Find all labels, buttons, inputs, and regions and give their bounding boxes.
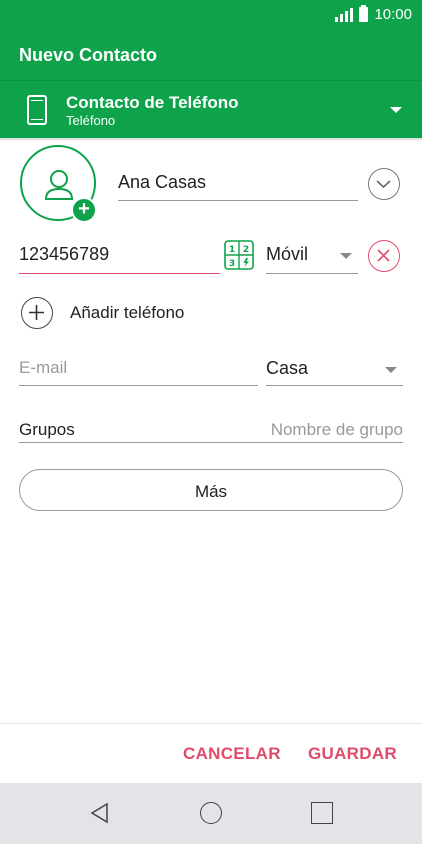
status-time: 10:00	[374, 6, 412, 23]
signal-icon	[335, 7, 354, 22]
svg-text:1: 1	[229, 245, 235, 255]
dialpad-button[interactable]: 1 2 3	[224, 240, 254, 270]
chevron-down-icon[interactable]	[390, 107, 402, 113]
phone-type-select[interactable]: Móvil	[266, 238, 358, 274]
phone-icon	[27, 95, 47, 125]
close-icon	[377, 249, 390, 262]
cancel-button[interactable]: CANCELAR	[183, 744, 281, 764]
email-type-select[interactable]: Casa	[266, 352, 403, 386]
add-phone-label[interactable]: Añadir teléfono	[70, 303, 184, 323]
account-subtitle: Teléfono	[66, 113, 116, 128]
account-selector[interactable]: Contacto de Teléfono Teléfono	[0, 80, 422, 138]
groups-field[interactable]: Grupos Nombre de grupo	[19, 413, 403, 443]
add-phone-button[interactable]	[21, 297, 53, 329]
recents-icon[interactable]	[311, 802, 333, 824]
status-icons: 10:00	[335, 5, 412, 23]
status-bar: 10:00	[0, 0, 422, 32]
chevron-down-icon	[376, 180, 391, 189]
expand-name-button[interactable]	[368, 168, 400, 200]
more-button[interactable]: Más	[19, 469, 403, 511]
groups-label: Grupos	[19, 420, 75, 439]
navigation-bar	[0, 783, 422, 844]
app-bar: Nuevo Contacto	[0, 32, 422, 80]
dropdown-arrow-icon	[340, 253, 352, 259]
remove-phone-button[interactable]	[368, 240, 400, 272]
email-field[interactable]: E-mail	[19, 352, 258, 386]
save-button[interactable]: GUARDAR	[308, 744, 397, 764]
back-icon[interactable]	[89, 802, 111, 824]
svg-text:3: 3	[229, 259, 235, 269]
name-field[interactable]: Ana Casas	[118, 165, 358, 201]
footer-divider	[0, 723, 422, 724]
dialpad-icon: 1 2 3	[224, 240, 254, 270]
plus-icon	[29, 305, 44, 320]
phone-field[interactable]: 123456789	[19, 238, 220, 274]
groups-placeholder: Nombre de grupo	[270, 420, 403, 439]
account-title: Contacto de Teléfono	[66, 93, 239, 112]
dropdown-arrow-icon	[385, 367, 397, 373]
page-title: Nuevo Contacto	[19, 45, 158, 65]
add-photo-icon[interactable]: +	[71, 197, 97, 223]
battery-icon	[359, 5, 369, 22]
svg-text:2: 2	[243, 245, 249, 255]
home-icon[interactable]	[200, 802, 222, 824]
phone-type-label: Móvil	[266, 244, 309, 264]
email-type-label: Casa	[266, 358, 309, 378]
